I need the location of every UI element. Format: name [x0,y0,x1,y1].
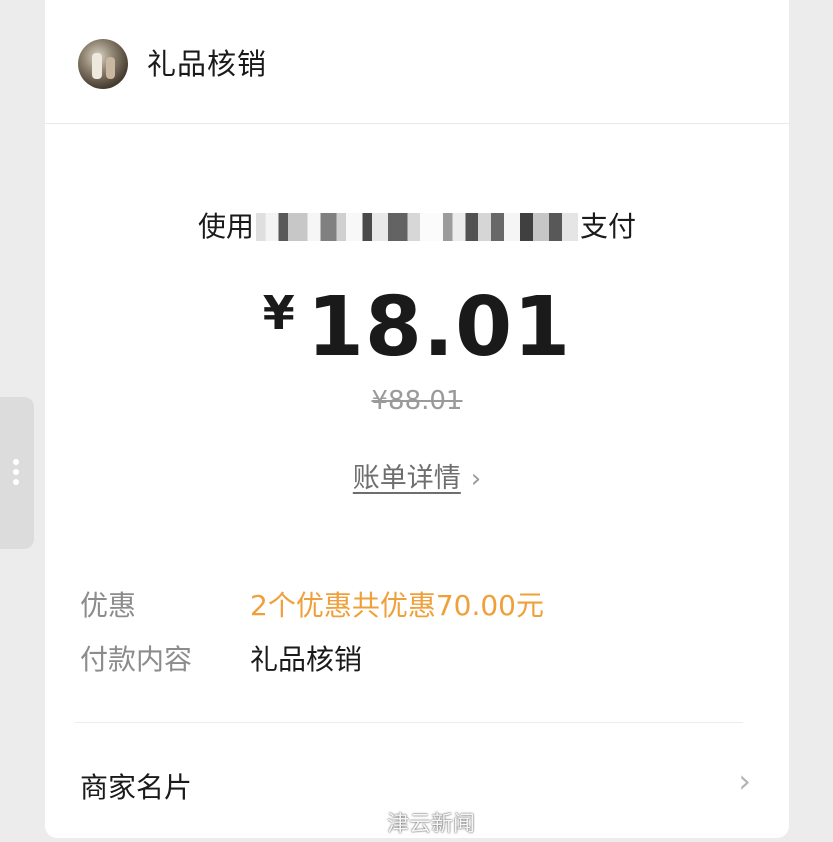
amount-value: 18.01 [306,280,572,375]
watermark-text: 津云新闻 [387,812,476,837]
currency-symbol: ¥ [262,286,295,340]
redacted-payment-method [256,213,578,241]
merchant-header: 礼品核销 [45,0,789,124]
paid-amount: ¥18.01 [45,280,789,375]
payment-content-value: 礼品核销 [250,643,363,676]
side-drawer-handle[interactable] [0,397,34,549]
chevron-right-icon: › [738,762,751,800]
chevron-right-icon: › [470,464,482,494]
weibo-icon [357,815,382,835]
bill-detail-label: 账单详情 [352,463,461,494]
avatar[interactable] [78,39,128,89]
news-watermark: 津云新闻 [357,806,475,838]
discount-value: 2个优惠共优惠70.00元 [250,589,544,622]
divider [75,722,743,723]
merchant-name: 礼品核销 [147,47,268,81]
payment-method-prefix: 使用 [197,210,254,243]
payment-detail-page: 礼品核销 使用 支付 ¥18.01 ¥88.01 账单详情 › 优惠 2个优惠共优惠7… [0,0,833,842]
discount-row: 优惠 2个优惠共优惠70.00元 [80,584,544,624]
payment-content-label: 付款内容 [80,643,193,676]
payment-method-suffix: 支付 [580,210,637,243]
payment-content-row: 付款内容 礼品核销 [80,638,362,678]
payment-card: 礼品核销 使用 支付 ¥18.01 ¥88.01 账单详情 › 优惠 2个优惠共优惠7… [45,0,789,838]
payment-method-line: 使用 支付 [45,205,789,245]
more-vertical-icon [13,459,20,489]
discount-label: 优惠 [80,589,137,622]
bill-detail-link[interactable]: 账单详情 › [45,456,789,495]
original-price: ¥88.01 [371,386,463,416]
merchant-card-label: 商家名片 [80,771,193,804]
